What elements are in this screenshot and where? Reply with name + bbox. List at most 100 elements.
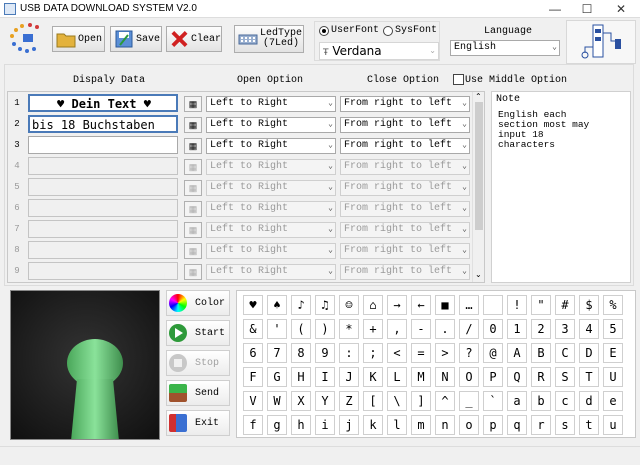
maximize-button[interactable]: ☐ [572, 1, 602, 17]
row-settings-icon[interactable]: ▦ [184, 159, 202, 175]
row-settings-icon[interactable]: ▦ [184, 264, 202, 280]
font-select[interactable]: Ŧ Verdana ⌄ [319, 42, 439, 60]
display-text-input[interactable]: bis 18 Buchstaben [28, 115, 178, 133]
symbol-key[interactable]: i [315, 415, 335, 435]
symbol-key[interactable]: # [555, 295, 575, 315]
row-settings-icon[interactable]: ▦ [184, 243, 202, 259]
symbol-key[interactable]: P [483, 367, 503, 387]
symbol-key[interactable]: b [531, 391, 551, 411]
symbol-key[interactable]: ♫ [315, 295, 335, 315]
symbol-key[interactable]: ` [483, 391, 503, 411]
symbol-key[interactable]: m [411, 415, 431, 435]
symbol-key[interactable]: Y [315, 391, 335, 411]
symbol-key[interactable]: N [435, 367, 455, 387]
symbol-key[interactable]: ■ [435, 295, 455, 315]
userfont-radio[interactable] [319, 26, 329, 36]
open-option-select[interactable]: Left to Right ⌄ [206, 243, 336, 259]
symbol-key[interactable]: T [579, 367, 599, 387]
symbol-key[interactable]: K [363, 367, 383, 387]
open-option-select[interactable]: Left to Right ⌄ [206, 180, 336, 196]
symbol-key[interactable]: ] [411, 391, 431, 411]
symbol-key[interactable]: d [579, 391, 599, 411]
symbol-key[interactable]: L [387, 367, 407, 387]
symbol-key[interactable]: ' [267, 319, 287, 339]
symbol-key[interactable]: : [339, 343, 359, 363]
scroll-down-icon[interactable]: ⌄ [475, 270, 482, 279]
symbol-key[interactable]: M [411, 367, 431, 387]
stop-button[interactable]: Stop [166, 350, 230, 376]
symbol-key[interactable]: 4 [579, 319, 599, 339]
symbol-key[interactable]: C [555, 343, 575, 363]
close-option-select[interactable]: From right to left ⌄ [340, 117, 470, 133]
close-option-select[interactable]: From right to left ⌄ [340, 96, 470, 112]
symbol-key[interactable]: h [291, 415, 311, 435]
symbol-key[interactable]: O [459, 367, 479, 387]
symbol-key[interactable]: 9 [315, 343, 335, 363]
row-settings-icon[interactable]: ▦ [184, 117, 202, 133]
open-option-select[interactable]: Left to Right ⌄ [206, 201, 336, 217]
symbol-key[interactable]: f [243, 415, 263, 435]
row-settings-icon[interactable]: ▦ [184, 96, 202, 112]
ledtype-button[interactable]: LedType (7Led) [234, 25, 304, 53]
symbol-key[interactable]: F [243, 367, 263, 387]
close-option-select[interactable]: From right to left ⌄ [340, 138, 470, 154]
symbol-key[interactable]: > [435, 343, 455, 363]
minimize-button[interactable]: — [540, 1, 570, 17]
symbol-key[interactable]: q [507, 415, 527, 435]
symbol-key[interactable]: ? [459, 343, 479, 363]
open-option-select[interactable]: Left to Right ⌄ [206, 138, 336, 154]
symbol-key[interactable]: 6 [243, 343, 263, 363]
symbol-key[interactable]: S [555, 367, 575, 387]
close-option-select[interactable]: From right to left ⌄ [340, 201, 470, 217]
symbol-key[interactable]: k [363, 415, 383, 435]
open-option-select[interactable]: Left to Right ⌄ [206, 264, 336, 280]
close-window-button[interactable]: ✕ [606, 1, 636, 17]
symbol-key[interactable]: " [531, 295, 551, 315]
start-button[interactable]: Start [166, 320, 230, 346]
symbol-key[interactable]: t [579, 415, 599, 435]
symbol-key[interactable]: G [267, 367, 287, 387]
display-text-input[interactable] [28, 136, 178, 154]
row-settings-icon[interactable]: ▦ [184, 180, 202, 196]
close-option-select[interactable]: From right to left ⌄ [340, 222, 470, 238]
middle-option-checkbox[interactable] [453, 74, 464, 85]
symbol-key[interactable]: & [243, 319, 263, 339]
symbol-key[interactable]: H [291, 367, 311, 387]
display-text-input[interactable]: ♥ Dein Text ♥ [28, 94, 178, 112]
symbol-key[interactable]: + [363, 319, 383, 339]
symbol-key[interactable]: / [459, 319, 479, 339]
symbol-key[interactable]: ) [315, 319, 335, 339]
symbol-key[interactable]: D [579, 343, 599, 363]
symbol-key[interactable]: g [267, 415, 287, 435]
scroll-up-icon[interactable]: ⌃ [475, 92, 482, 101]
symbol-key[interactable]: j [339, 415, 359, 435]
symbol-key[interactable]: … [459, 295, 479, 315]
scroll-thumb[interactable] [475, 102, 483, 230]
row-settings-icon[interactable]: ▦ [184, 138, 202, 154]
symbol-key[interactable]: J [339, 367, 359, 387]
symbol-key[interactable]: ♥ [243, 295, 263, 315]
symbol-key[interactable]: _ [459, 391, 479, 411]
symbol-key[interactable]: p [483, 415, 503, 435]
display-text-input[interactable] [28, 241, 178, 259]
symbol-key[interactable]: r [531, 415, 551, 435]
symbol-key[interactable]: 8 [291, 343, 311, 363]
symbol-key[interactable]: ^ [435, 391, 455, 411]
symbol-key[interactable]: 0 [483, 319, 503, 339]
symbol-key[interactable]: @ [483, 343, 503, 363]
display-text-input[interactable] [28, 199, 178, 217]
symbol-key[interactable]: ♠ [267, 295, 287, 315]
open-option-select[interactable]: Left to Right ⌄ [206, 117, 336, 133]
symbol-key[interactable]: W [267, 391, 287, 411]
symbol-key[interactable]: I [315, 367, 335, 387]
open-option-select[interactable]: Left to Right ⌄ [206, 96, 336, 112]
symbol-key[interactable]: e [603, 391, 623, 411]
symbol-key[interactable]: $ [579, 295, 599, 315]
save-button[interactable]: Save [110, 26, 162, 52]
symbol-key[interactable]: B [531, 343, 551, 363]
open-option-select[interactable]: Left to Right ⌄ [206, 222, 336, 238]
clear-button[interactable]: Clear [166, 26, 222, 52]
symbol-key[interactable]: E [603, 343, 623, 363]
symbol-key[interactable]: = [411, 343, 431, 363]
symbol-key[interactable]: 5 [603, 319, 623, 339]
